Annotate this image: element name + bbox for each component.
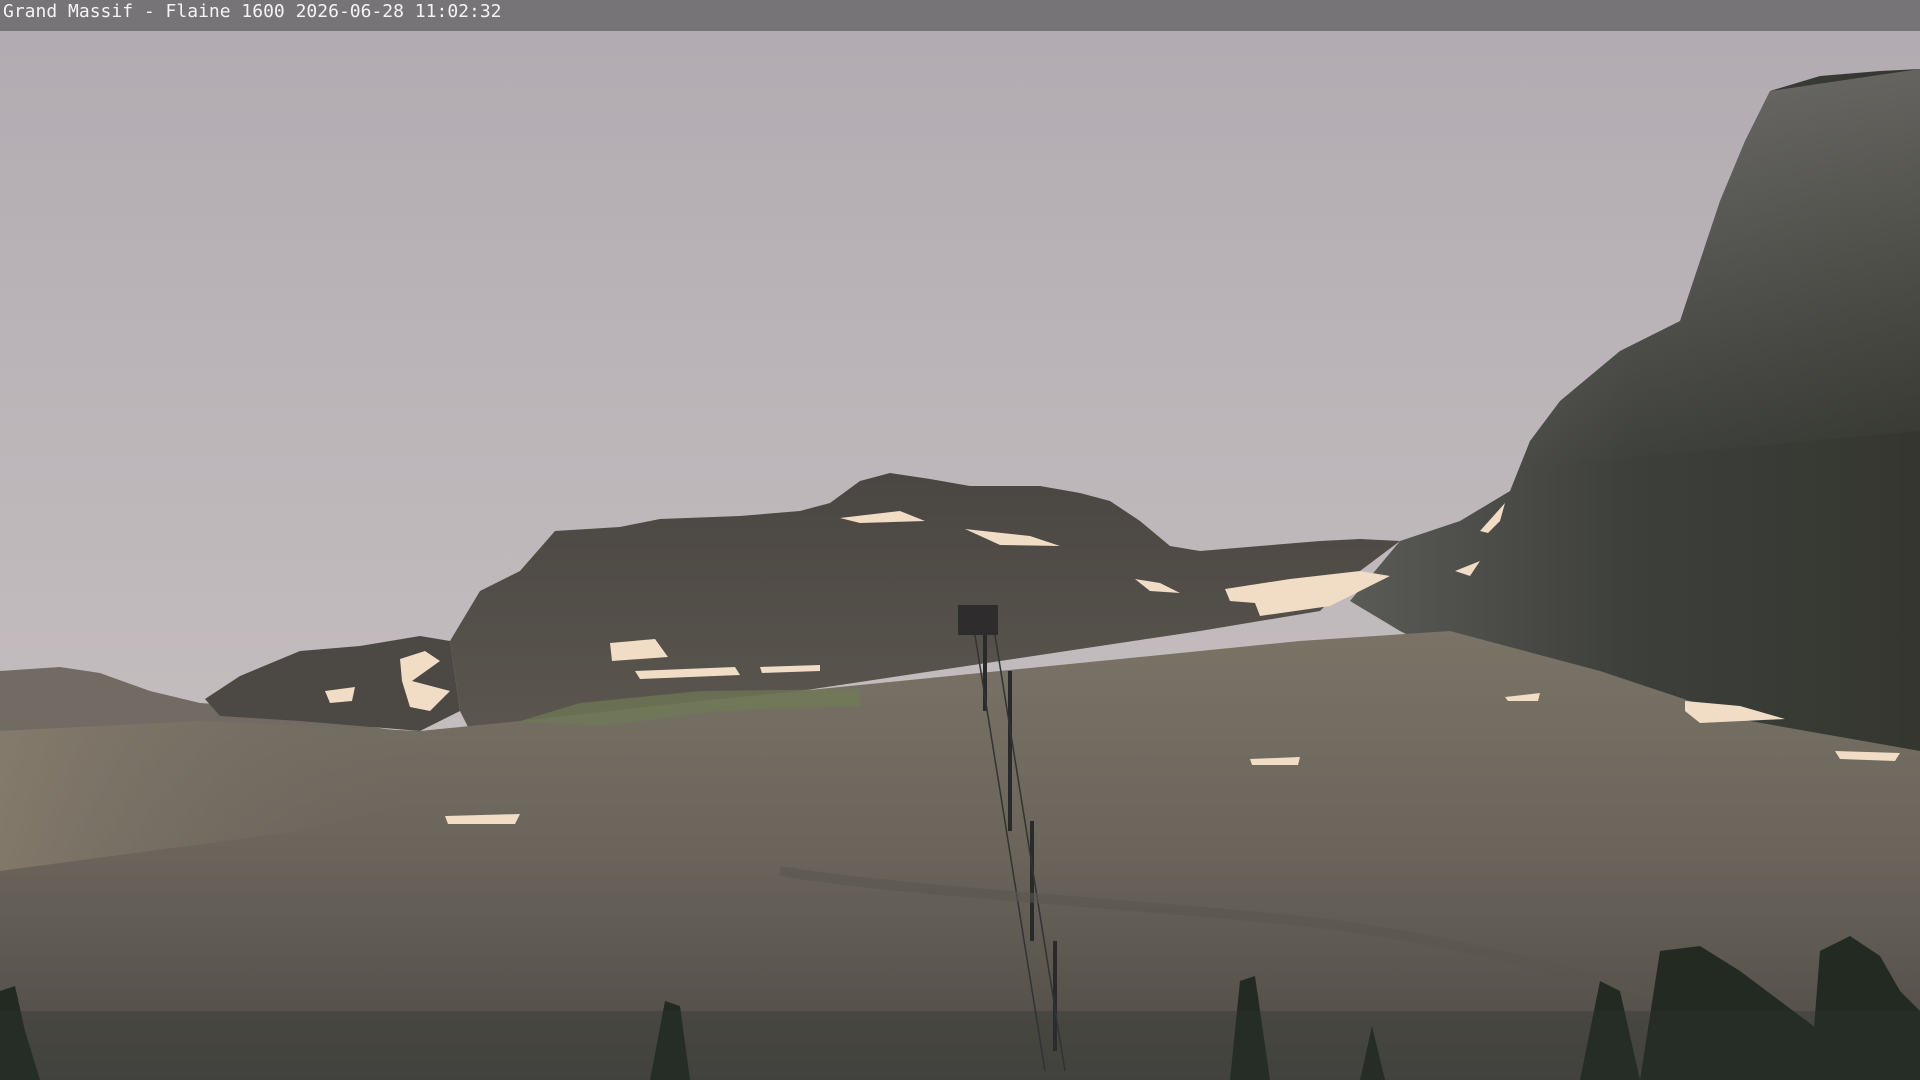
- webcam-photo: [0, 31, 1920, 1080]
- caption-bar: Grand Massif - Flaine 1600 2026-06-28 11…: [0, 0, 1920, 31]
- lift-station: [958, 605, 998, 635]
- foreground-shade: [0, 1011, 1920, 1080]
- mountain-scene: [0, 31, 1920, 1080]
- webcam-frame: Grand Massif - Flaine 1600 2026-06-28 11…: [0, 0, 1920, 1080]
- webcam-caption: Grand Massif - Flaine 1600 2026-06-28 11…: [3, 1, 502, 22]
